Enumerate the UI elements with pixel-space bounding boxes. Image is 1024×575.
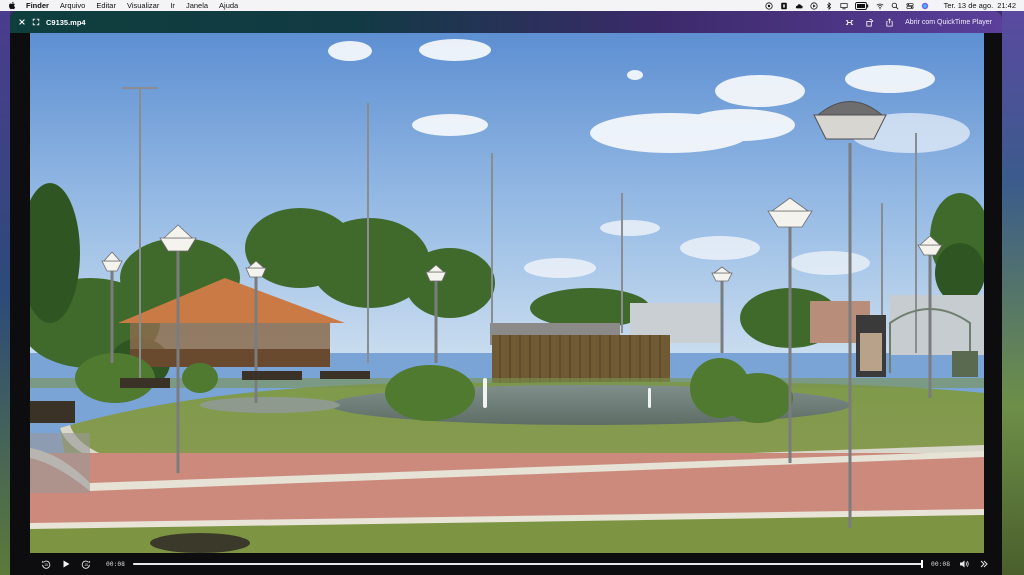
play-circle-icon[interactable] (809, 1, 818, 10)
cloud-icon[interactable] (795, 2, 803, 10)
video-still-image (30, 33, 984, 553)
search-icon[interactable] (891, 2, 899, 10)
menu-ajuda[interactable]: Ajuda (219, 1, 238, 10)
skip-forward-icon: 15 (81, 560, 91, 569)
window-titlebar[interactable]: C9135.mp4 Abrir com QuickTime Player (10, 11, 1002, 33)
share-icon (886, 17, 893, 27)
rotate-button[interactable] (863, 16, 875, 28)
skip-back-button[interactable]: 15 (40, 558, 52, 570)
progress-fill (132, 563, 924, 565)
quicklook-window: C9135.mp4 Abrir com QuickTime Player 15 … (10, 11, 1002, 575)
close-button[interactable] (16, 17, 27, 28)
window-title: C9135.mp4 (46, 17, 86, 27)
menu-finder[interactable]: Finder (26, 1, 49, 10)
wifi-icon[interactable] (876, 2, 884, 10)
trim-icon (845, 19, 853, 25)
screen-mirror-icon[interactable] (840, 2, 848, 10)
play-button[interactable] (60, 558, 72, 570)
rotate-icon (866, 18, 873, 27)
desktop-background-left (0, 11, 10, 575)
speaker-icon (960, 560, 969, 568)
current-time: 00:08 (106, 560, 125, 568)
date-text: Ter. 13 de ago. (943, 1, 994, 10)
chevron-double-right-icon (980, 560, 988, 568)
menu-ir[interactable]: Ir (170, 1, 175, 10)
more-controls-button[interactable] (978, 558, 990, 570)
control-center-icon[interactable] (906, 2, 914, 10)
svg-text:15: 15 (84, 563, 88, 567)
menu-bar-clock[interactable]: Ter. 13 de ago. 21:42 (940, 1, 1016, 10)
expand-icon (32, 18, 39, 26)
menu-janela[interactable]: Janela (186, 1, 208, 10)
volume-button[interactable] (958, 558, 970, 570)
siri-icon[interactable] (921, 2, 929, 10)
time-text: 21:42 (997, 1, 1016, 10)
duration-time: 00:08 (931, 560, 950, 568)
fullscreen-button[interactable] (30, 17, 41, 28)
menu-arquivo[interactable]: Arquivo (60, 1, 85, 10)
menu-editar[interactable]: Editar (96, 1, 116, 10)
playback-controls: 15 15 00:08 00:08 (10, 553, 1002, 575)
close-icon (18, 19, 25, 25)
skip-back-icon: 15 (41, 560, 51, 569)
vpn-icon[interactable] (764, 1, 773, 10)
titlebar-actions: Abrir com QuickTime Player (843, 16, 996, 28)
battery-icon[interactable] (854, 1, 869, 10)
apple-menu-icon[interactable] (8, 1, 16, 10)
menu-visualizar[interactable]: Visualizar (127, 1, 159, 10)
video-frame[interactable] (30, 33, 984, 553)
svg-text:15: 15 (44, 563, 48, 567)
skip-forward-button[interactable]: 15 (80, 558, 92, 570)
progress-scrubber[interactable] (132, 560, 924, 568)
desktop-background-right (1002, 11, 1024, 575)
shield-icon[interactable] (780, 2, 788, 10)
scrubber-handle[interactable] (921, 560, 924, 568)
trim-button[interactable] (843, 16, 855, 28)
bluetooth-icon[interactable] (825, 1, 833, 10)
share-button[interactable] (883, 16, 895, 28)
open-with-quicktime-button[interactable]: Abrir com QuickTime Player (905, 19, 992, 26)
status-area: Ter. 13 de ago. 21:42 (764, 1, 1016, 10)
play-icon (63, 560, 70, 568)
menu-bar: Finder Arquivo Editar Visualizar Ir Jane… (0, 0, 1024, 11)
